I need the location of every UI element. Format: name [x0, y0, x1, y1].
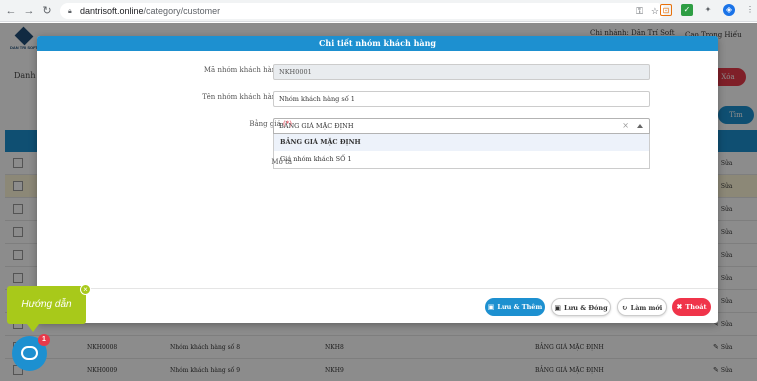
- notification-badge: 1: [38, 334, 50, 346]
- url-host: dantrisoft.online: [80, 6, 144, 16]
- help-tail: [27, 324, 39, 332]
- key-icon[interactable]: ⚿: [636, 6, 643, 17]
- shield-icon[interactable]: ✓: [681, 4, 693, 16]
- chat-icon: [21, 346, 38, 360]
- clear-icon[interactable]: ×: [622, 119, 629, 133]
- save-icon: ▣: [487, 302, 495, 311]
- close-icon: ✖: [676, 302, 683, 311]
- save-close-button[interactable]: ▣ Lưu & Đóng: [551, 298, 611, 316]
- extension-icon[interactable]: ⊡: [660, 4, 672, 16]
- name-row: Tên nhóm khách hàng (*): [37, 91, 718, 107]
- chevron-up-icon[interactable]: [637, 124, 643, 128]
- code-row: Mã nhóm khách hàng (*): [37, 64, 718, 80]
- price-row: Bảng giá (*) BẢNG GIÁ MẶC ĐỊNH × BẢNG GI…: [37, 118, 718, 169]
- price-option[interactable]: BẢNG GIÁ MẶC ĐỊNH: [274, 134, 649, 151]
- reload-icon[interactable]: ↻: [40, 4, 54, 18]
- dialog-footer: ▣ Lưu & Thêm ▣ Lưu & Đóng ↻ Làm mới ✖ Thoát: [37, 288, 718, 323]
- save-icon: ▣: [554, 303, 561, 312]
- desc-row: Mô tả: [37, 156, 718, 172]
- close-icon[interactable]: ×: [80, 284, 91, 295]
- forward-arrow-icon[interactable]: →: [22, 4, 36, 18]
- price-selected-value: BẢNG GIÁ MẶC ĐỊNH: [279, 122, 354, 130]
- help-widget[interactable]: Hướng dẫn: [7, 286, 86, 324]
- browser-toolbar: ← → ↻ 🔒︎ dantrisoft.online/category/cust…: [0, 0, 757, 22]
- back-arrow-icon[interactable]: ←: [4, 4, 18, 18]
- lock-icon: 🔒︎: [68, 7, 72, 15]
- name-field[interactable]: [273, 91, 650, 107]
- price-select[interactable]: BẢNG GIÁ MẶC ĐỊNH ×: [273, 118, 650, 134]
- dialog-title: Chi tiết nhóm khách hàng: [37, 36, 718, 51]
- puzzle-icon[interactable]: ✦: [702, 4, 714, 16]
- code-field: [273, 64, 650, 80]
- desc-label: Mô tả: [271, 158, 292, 166]
- exit-button[interactable]: ✖ Thoát: [672, 298, 711, 316]
- save-add-button[interactable]: ▣ Lưu & Thêm: [485, 298, 545, 316]
- profile-icon[interactable]: ◈: [723, 4, 735, 16]
- url-path: /category/customer: [143, 6, 221, 16]
- star-icon[interactable]: ☆: [651, 6, 659, 17]
- refresh-button[interactable]: ↻ Làm mới: [617, 298, 667, 316]
- customer-group-dialog: Chi tiết nhóm khách hàng Mã nhóm khách h…: [37, 36, 718, 323]
- address-bar[interactable]: 🔒︎ dantrisoft.online/category/customer ⚿…: [60, 3, 665, 19]
- menu-dots-icon[interactable]: ⋮: [744, 4, 756, 16]
- refresh-icon: ↻: [621, 303, 628, 312]
